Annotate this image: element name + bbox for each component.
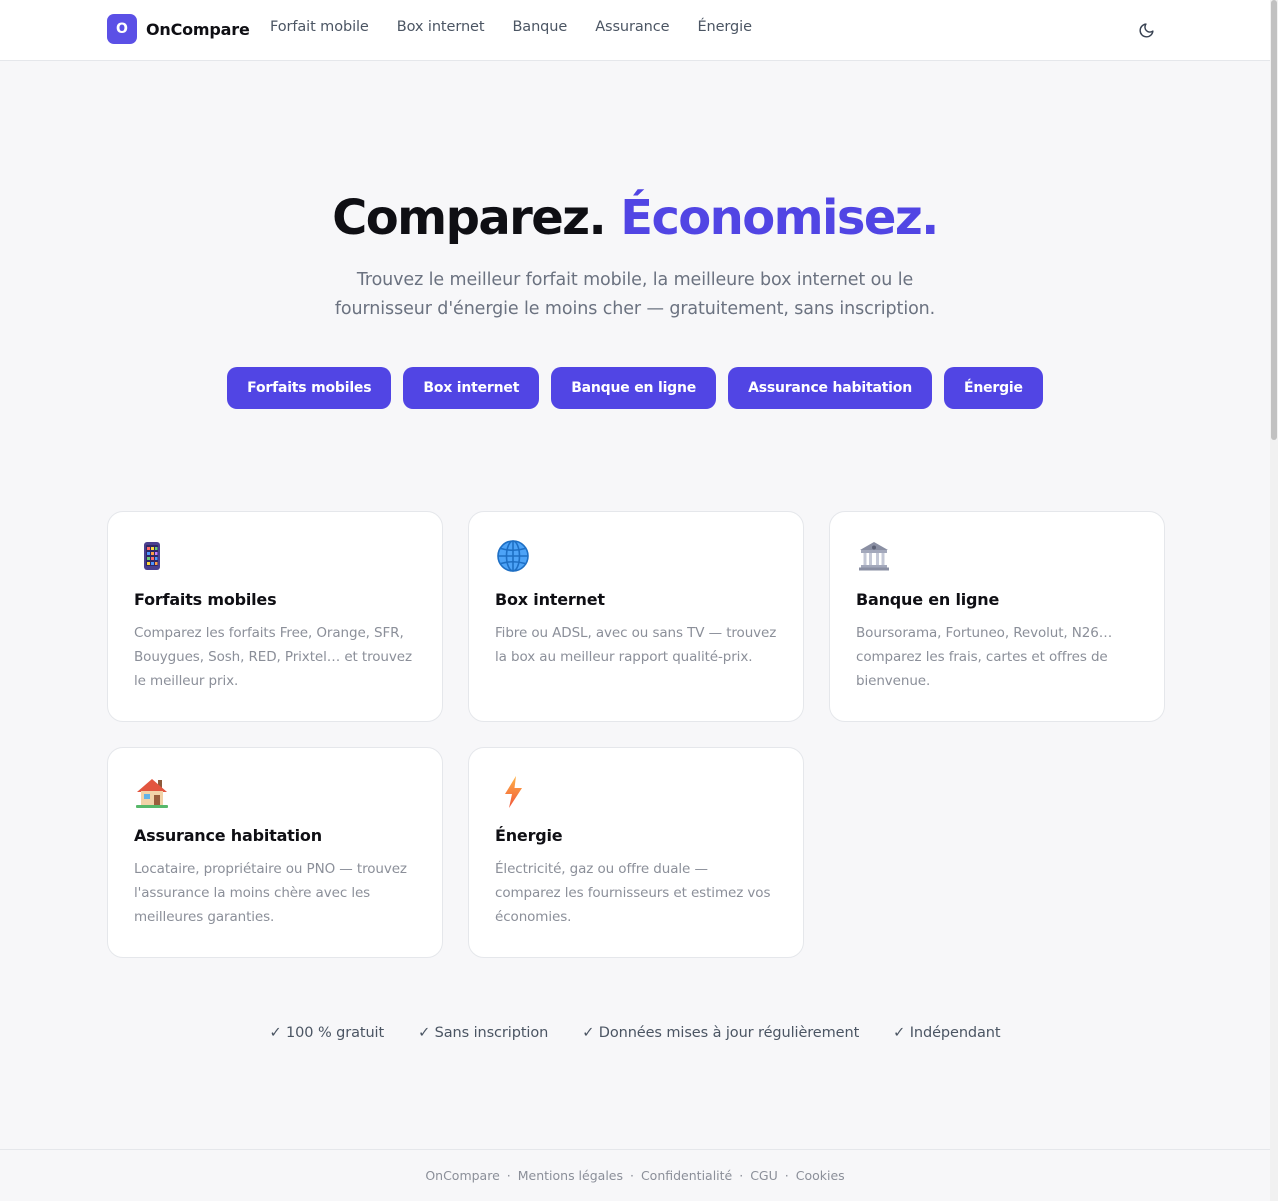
brand-name: OnCompare (146, 19, 250, 39)
card-description: Comparez les forfaits Free, Orange, SFR,… (134, 625, 412, 689)
card-title: Forfaits mobiles (134, 590, 277, 609)
footer-link-cookies[interactable]: Cookies (796, 1168, 845, 1183)
card-description: Fibre ou ADSL, avec ou sans TV — trouvez… (495, 625, 777, 665)
house-icon (136, 779, 168, 808)
feature-item: ✓ Données mises à jour régulièrement (582, 1025, 860, 1041)
hero-title: Comparez. Économisez. (0, 190, 1270, 246)
theme-toggle-button[interactable] (1134, 18, 1158, 42)
card-energie[interactable]: Énergie Électricité, gaz ou offre duale … (468, 747, 804, 958)
nav-link-banque[interactable]: Banque (512, 19, 567, 35)
card-box-internet[interactable]: Box internet Fibre ou ADSL, avec ou sans… (468, 511, 804, 722)
feature-item: ✓ Indépendant (893, 1025, 1001, 1041)
card-title: Assurance habitation (134, 826, 322, 845)
card-description: Boursorama, Fortuneo, Revolut, N26… comp… (856, 625, 1113, 689)
logo-link[interactable]: O OnCompare (107, 14, 250, 44)
moon-icon (1139, 22, 1154, 37)
logo-icon: O (107, 14, 137, 44)
cta-box-internet-button[interactable]: Box internet (403, 367, 540, 409)
card-assurance-habitation[interactable]: Assurance habitation Locataire, propriét… (107, 747, 443, 958)
footer-separator: · (629, 1168, 634, 1183)
cta-assurance-habitation-button[interactable]: Assurance habitation (728, 367, 932, 409)
hero-title-main: Comparez. (332, 190, 607, 246)
footer-separator: · (506, 1168, 511, 1183)
footer-separator: · (739, 1168, 744, 1183)
feature-item: ✓ 100 % gratuit (269, 1025, 385, 1041)
card-forfaits-mobiles[interactable]: Forfaits mobiles Comparez les forfaits F… (107, 511, 443, 722)
category-buttons: Forfaits mobiles Box internet Banque en … (0, 367, 1270, 409)
nav-link-assurance[interactable]: Assurance (595, 19, 669, 35)
nav-link-box-internet[interactable]: Box internet (397, 19, 485, 35)
card-banque-en-ligne[interactable]: Banque en ligne Boursorama, Fortuneo, Re… (829, 511, 1165, 722)
mobile-phone-icon (144, 542, 160, 570)
scrollbar-thumb[interactable] (1271, 0, 1277, 440)
hero-subtitle: Trouvez le meilleur forfait mobile, la m… (334, 270, 936, 319)
cta-energie-button[interactable]: Énergie (943, 367, 1043, 409)
footer-link-mentions-legales[interactable]: Mentions légales (518, 1168, 623, 1183)
footer-link-cgu[interactable]: CGU (750, 1168, 778, 1183)
page-scrollbar[interactable] (1270, 0, 1278, 1201)
nav-link-forfait-mobile[interactable]: Forfait mobile (270, 19, 369, 35)
hero-title-accent: Économisez. (620, 190, 939, 246)
footer-separator: · (784, 1168, 789, 1183)
main-nav: Forfait mobile Box internet Banque Assur… (270, 19, 780, 35)
footer-brand: OnCompare (425, 1168, 500, 1183)
card-description: Électricité, gaz ou offre duale — compar… (495, 861, 771, 925)
cta-banque-en-ligne-button[interactable]: Banque en ligne (551, 367, 717, 409)
card-title: Énergie (495, 826, 563, 845)
card-title: Banque en ligne (856, 590, 1000, 609)
globe-icon (497, 540, 529, 572)
feature-list: ✓ 100 % gratuit ✓ Sans inscription ✓ Don… (0, 1025, 1270, 1041)
nav-link-energie[interactable]: Énergie (697, 19, 752, 35)
footer-link-confidentialite[interactable]: Confidentialité (641, 1168, 732, 1183)
lightning-icon (505, 776, 522, 808)
footer: OnCompare · Mentions légales · Confident… (0, 1149, 1270, 1201)
top-navbar: O OnCompare Forfait mobile Box internet … (0, 0, 1270, 61)
bank-icon (859, 542, 889, 571)
card-description: Locataire, propriétaire ou PNO — trouvez… (134, 861, 407, 925)
cta-forfaits-mobiles-button[interactable]: Forfaits mobiles (227, 367, 392, 409)
card-title: Box internet (495, 590, 605, 609)
feature-item: ✓ Sans inscription (418, 1025, 549, 1041)
